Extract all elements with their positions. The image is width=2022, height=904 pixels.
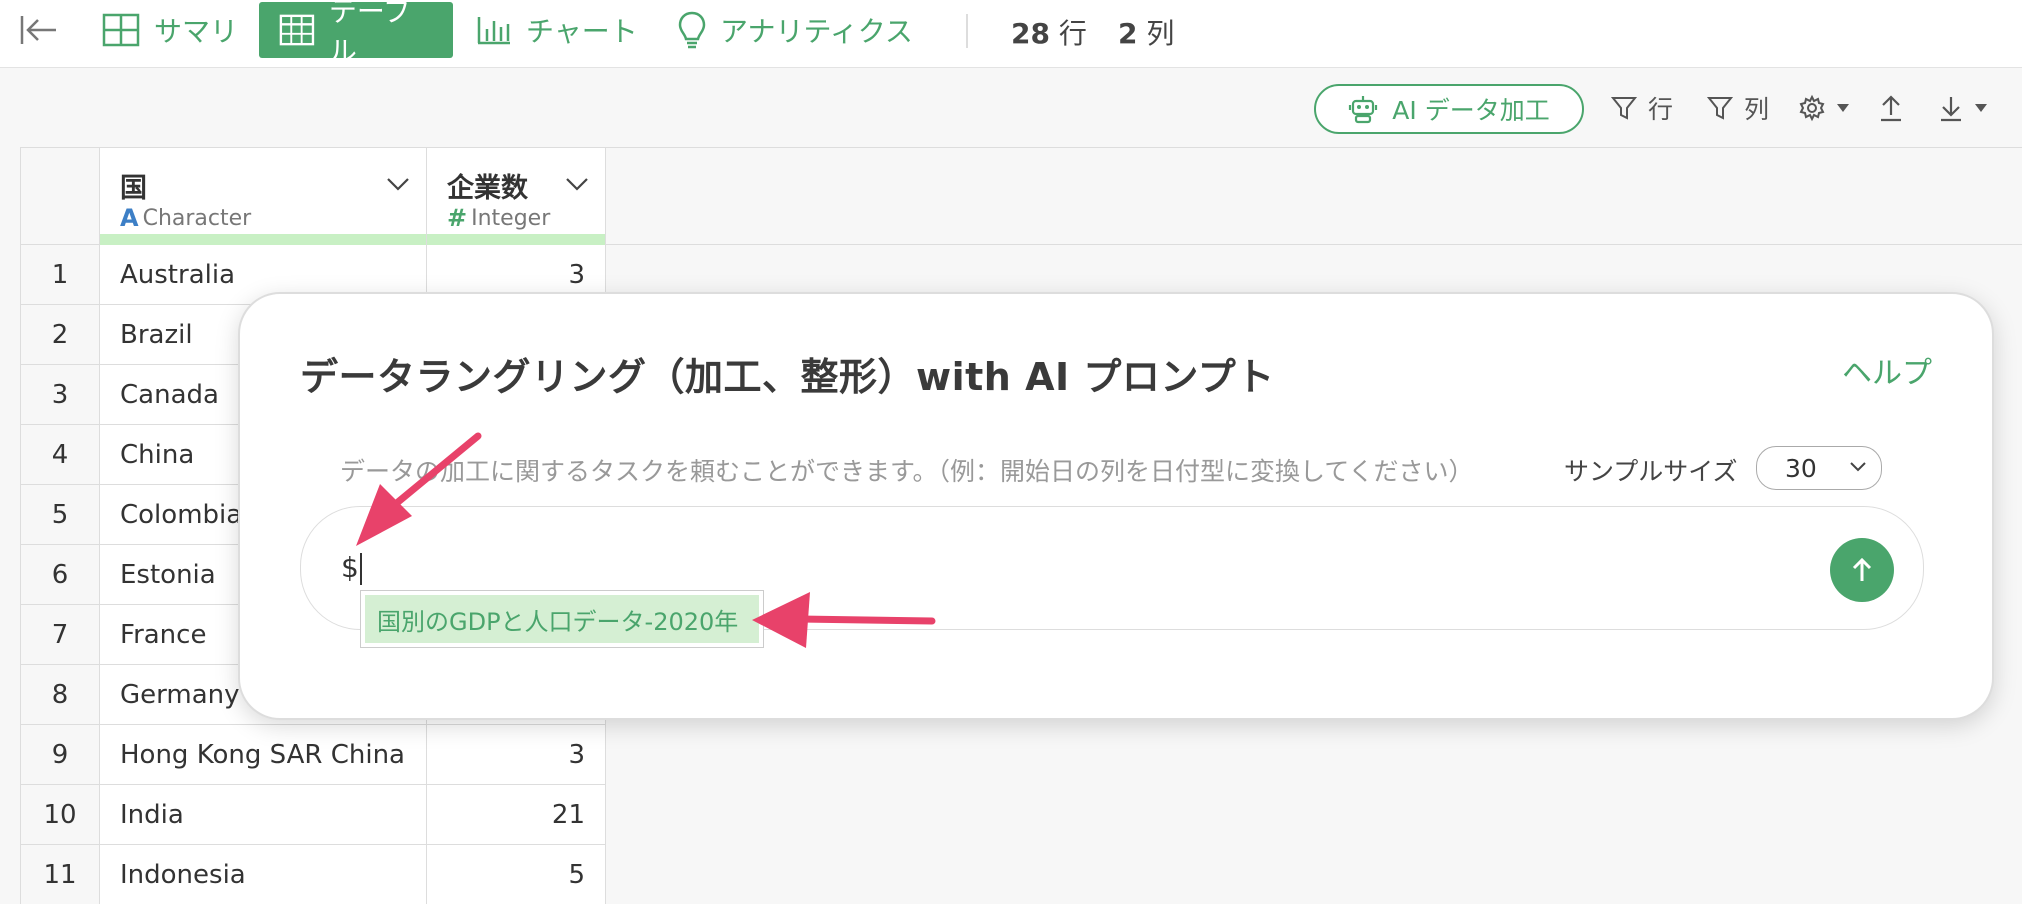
robot-icon (1349, 96, 1378, 124)
filter-columns-label: 列 (1744, 95, 1770, 124)
row-index: 10 (20, 785, 100, 845)
tab-chart-label: チャート (526, 15, 638, 48)
country-cell[interactable]: India (100, 785, 427, 845)
filter-icon (1610, 97, 1638, 120)
row-index: 7 (20, 605, 100, 665)
tab-summary-label: サマリ (154, 15, 239, 48)
column-quality-bar (427, 234, 605, 245)
tab-table[interactable]: テーブル (259, 0, 453, 68)
prompt-text: $ (341, 551, 359, 584)
tab-chart[interactable]: チャート (456, 2, 658, 58)
sample-size-label: サンプルサイズ (1564, 457, 1738, 486)
sample-size-select[interactable]: 30 (1756, 446, 1882, 490)
count-cell[interactable]: 21 (427, 785, 606, 845)
row-count: 28 行 (1011, 12, 1087, 52)
row-index: 8 (20, 665, 100, 725)
column-quality-bar (100, 234, 426, 245)
column-count-value: 2 (1118, 17, 1138, 50)
column-name: 企業数 (447, 173, 528, 204)
column-name: 国 (120, 173, 147, 204)
help-link[interactable]: ヘルプ (1842, 348, 1932, 392)
gear-icon (1799, 94, 1825, 122)
download-icon (1941, 97, 1961, 122)
row-index: 9 (20, 725, 100, 785)
column-type: A Character (120, 204, 251, 232)
back-button[interactable] (18, 12, 62, 48)
column-count: 2 列 (1118, 12, 1174, 52)
row-count-unit: 行 (1058, 17, 1087, 50)
column-type: # Integer (447, 204, 550, 232)
top-nav-bar: サマリ テーブル チャート アナリティクス 28 行 2 列 (0, 0, 2022, 68)
row-count-value: 28 (1011, 17, 1050, 50)
row-index: 5 (20, 485, 100, 545)
row-index: 1 (20, 245, 100, 305)
row-index-header (20, 147, 100, 245)
send-button[interactable] (1830, 538, 1894, 602)
ai-data-processing-button[interactable]: AI データ加工 (1314, 84, 1584, 134)
chevron-down-icon (1850, 462, 1866, 472)
autocomplete-dropdown: 国別のGDPと人口データ-2020年 (360, 590, 764, 648)
ai-prompt-dialog: データラングリング（加工、整形）with AI プロンプト ヘルプ データの加工… (238, 292, 1994, 720)
table-icon (279, 14, 315, 46)
country-cell[interactable]: Hong Kong SAR China (100, 725, 427, 785)
row-index: 3 (20, 365, 100, 425)
filter-rows-button[interactable]: 行 (1610, 88, 1673, 128)
country-cell[interactable]: Indonesia (100, 845, 427, 904)
row-index: 6 (20, 545, 100, 605)
column-header-country[interactable]: 国 A Character (100, 147, 427, 245)
row-index: 2 (20, 305, 100, 365)
tab-analytics[interactable]: アナリティクス (658, 2, 933, 58)
settings-menu-button[interactable] (1798, 88, 1860, 128)
column-header-company-count[interactable]: 企業数 # Integer (427, 147, 606, 245)
column-type-label: Character (142, 205, 252, 231)
dialog-title: データラングリング（加工、整形）with AI プロンプト (300, 355, 1275, 399)
column-type-label: Integer (471, 205, 551, 231)
filter-icon (1706, 97, 1734, 120)
filter-columns-button[interactable]: 列 (1706, 88, 1769, 128)
caret-down-icon (1975, 104, 1987, 112)
chevron-down-icon[interactable] (565, 176, 589, 192)
tab-analytics-label: アナリティクス (720, 15, 913, 48)
arrow-up-icon (1852, 557, 1872, 581)
back-arrow-icon (20, 16, 56, 44)
upload-icon (1881, 95, 1901, 122)
text-caret (359, 553, 362, 585)
count-cell[interactable]: 5 (427, 845, 606, 904)
sample-size-value: 30 (1785, 453, 1817, 483)
filter-rows-label: 行 (1648, 95, 1674, 124)
character-type-icon: A (120, 204, 139, 232)
lightbulb-icon (678, 11, 706, 49)
prompt-input-value: $ (341, 551, 362, 585)
integer-type-icon: # (447, 204, 468, 232)
download-menu-button[interactable] (1938, 88, 1998, 128)
summary-grid-icon (102, 13, 140, 47)
row-index: 11 (20, 845, 100, 904)
column-count-unit: 列 (1146, 17, 1175, 50)
dialog-description: データの加工に関するタスクを頼むことができます。（例：開始日の列を日付型に変換し… (340, 457, 1474, 486)
tab-summary[interactable]: サマリ (82, 2, 258, 58)
chevron-down-icon[interactable] (386, 176, 410, 192)
upload-button[interactable] (1878, 88, 1914, 128)
nav-divider (966, 14, 968, 48)
header-empty-area (606, 147, 2022, 245)
ai-button-label: AI データ加工 (1392, 96, 1550, 125)
row-index: 4 (20, 425, 100, 485)
bar-chart-icon (477, 17, 510, 45)
caret-down-icon (1837, 104, 1849, 112)
count-cell[interactable]: 3 (427, 725, 606, 785)
autocomplete-suggestion[interactable]: 国別のGDPと人口データ-2020年 (365, 595, 759, 643)
tab-table-label: テーブル (328, 0, 412, 68)
